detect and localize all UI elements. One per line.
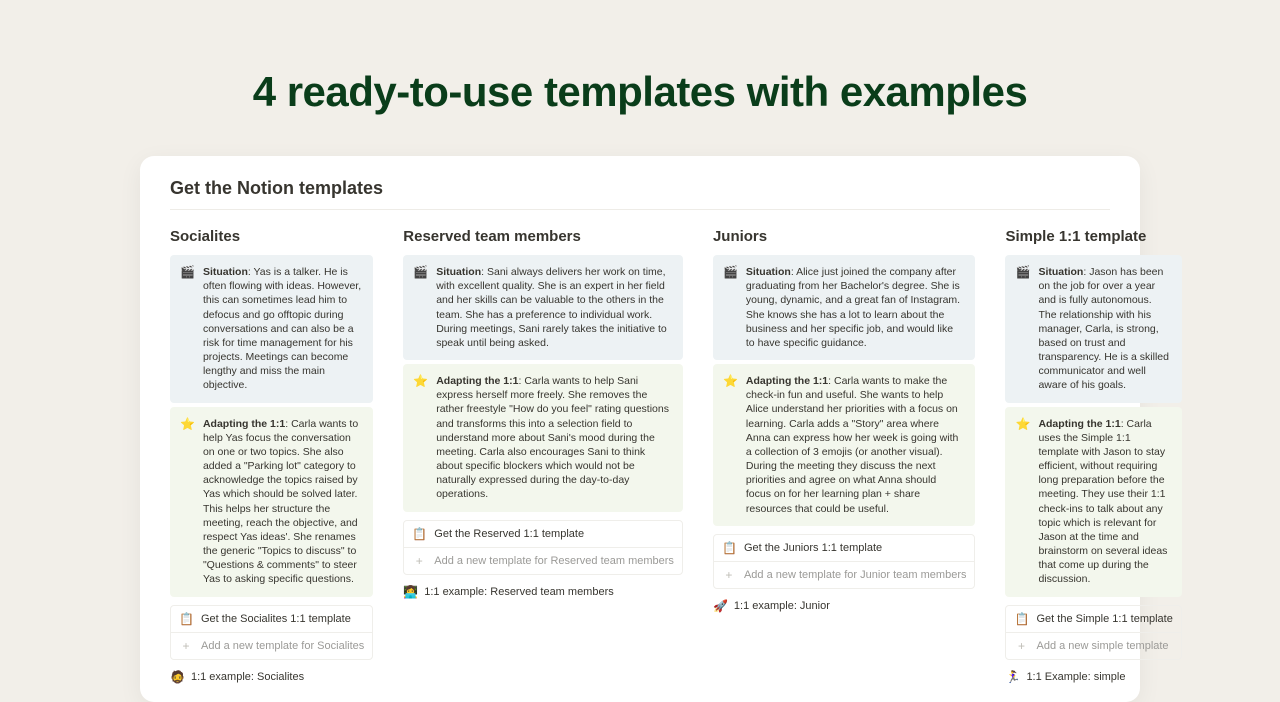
adapting-body: Carla uses the Simple 1:1 template with … (1038, 418, 1167, 586)
add-template-link[interactable]: + Add a new template for Socialites (171, 633, 372, 659)
example-icon: 🏃‍♀️ (1005, 670, 1020, 684)
get-template-label: Get the Socialites 1:1 template (201, 613, 351, 625)
page-title: 4 ready-to-use templates with examples (0, 0, 1280, 156)
add-template-label: Add a new template for Socialites (201, 640, 364, 652)
column-title: Juniors (713, 228, 976, 245)
situation-body: Sani always delivers her work on time, w… (436, 266, 667, 349)
example-label: 1:1 example: Reserved team members (424, 586, 614, 598)
template-links: 📋 Get the Simple 1:1 template + Add a new s… (1005, 605, 1181, 660)
situation-text: Situation: Yas is a talker. He is often … (203, 265, 361, 393)
adapting-body: Carla wants to help Sani express herself… (436, 375, 669, 500)
add-template-label: Add a new template for Junior team membe… (744, 569, 967, 581)
clapper-icon: 🎬 (723, 265, 738, 350)
get-template-link[interactable]: 📋 Get the Simple 1:1 template (1006, 606, 1180, 633)
adapting-label: Adapting the 1:1 (436, 375, 518, 387)
template-column: Juniors 🎬Situation: Alice just joined the… (713, 228, 976, 684)
example-icon: 👩‍💻 (403, 585, 418, 599)
page-icon: 📋 (722, 541, 736, 555)
adapting-block: ⭐Adapting the 1:1: Carla uses the Simple… (1005, 407, 1181, 597)
star-icon: ⭐ (180, 417, 195, 587)
situation-label: Situation (1038, 266, 1083, 278)
template-links: 📋 Get the Socialites 1:1 template + Add a n… (170, 605, 373, 660)
template-links: 📋 Get the Juniors 1:1 template + Add a new … (713, 534, 976, 589)
add-template-link[interactable]: + Add a new simple template (1006, 633, 1180, 659)
situation-text: Situation: Jason has been on the job for… (1038, 265, 1169, 393)
plus-icon: + (412, 554, 426, 568)
adapting-text: Adapting the 1:1: Carla wants to help Sa… (436, 374, 671, 502)
templates-card: Get the Notion templates Socialites🎬Situ… (140, 156, 1140, 702)
get-template-link[interactable]: 📋 Get the Juniors 1:1 template (714, 535, 975, 562)
situation-block: 🎬Situation: Jason has been on the job fo… (1005, 255, 1181, 403)
card-header: Get the Notion templates (170, 178, 1110, 210)
page-icon: 📋 (179, 612, 193, 626)
adapting-label: Adapting the 1:1 (1038, 418, 1120, 430)
star-icon: ⭐ (1015, 417, 1030, 587)
situation-block: 🎬Situation: Yas is a talker. He is often… (170, 255, 373, 403)
example-icon: 🚀 (713, 599, 728, 613)
page-icon: 📋 (1014, 612, 1028, 626)
page-icon: 📋 (412, 527, 426, 541)
situation-block: 🎬Situation: Alice just joined the compan… (713, 255, 976, 360)
situation-label: Situation (203, 266, 248, 278)
get-template-label: Get the Reserved 1:1 template (434, 528, 584, 540)
example-link[interactable]: 🏃‍♀️ 1:1 Example: simple (1005, 670, 1181, 684)
example-link[interactable]: 🚀 1:1 example: Junior (713, 599, 976, 613)
template-links: 📋 Get the Reserved 1:1 template + Add a new… (403, 520, 683, 575)
column-title: Socialites (170, 228, 373, 245)
plus-icon: + (1014, 639, 1028, 653)
adapting-body: Carla wants to make the check-in fun and… (746, 375, 958, 515)
template-column: Reserved team members 🎬Situation: Sani al… (403, 228, 683, 684)
adapting-label: Adapting the 1:1 (203, 418, 285, 430)
situation-label: Situation (436, 266, 481, 278)
situation-body: Yas is a talker. He is often flowing wit… (203, 266, 361, 391)
situation-label: Situation (746, 266, 791, 278)
example-link[interactable]: 🧔 1:1 example: Socialites (170, 670, 373, 684)
plus-icon: + (179, 639, 193, 653)
adapting-text: Adapting the 1:1: Carla uses the Simple … (1038, 417, 1169, 587)
get-template-label: Get the Simple 1:1 template (1036, 613, 1172, 625)
situation-body: Jason has been on the job for over a yea… (1038, 266, 1169, 391)
template-column: Socialites 🎬Situation: Yas is a talker. H… (170, 228, 373, 684)
example-link[interactable]: 👩‍💻 1:1 example: Reserved team members (403, 585, 683, 599)
example-icon: 🧔 (170, 670, 185, 684)
adapting-text: Adapting the 1:1: Carla wants to help Ya… (203, 417, 361, 587)
column-title: Reserved team members (403, 228, 683, 245)
clapper-icon: 🎬 (413, 265, 428, 350)
template-column: Simple 1:1 template 🎬Situation: Jason has… (1005, 228, 1181, 684)
get-template-label: Get the Juniors 1:1 template (744, 542, 882, 554)
example-label: 1:1 Example: simple (1026, 671, 1125, 683)
add-template-label: Add a new simple template (1036, 640, 1168, 652)
situation-block: 🎬Situation: Sani always delivers her wor… (403, 255, 683, 360)
adapting-block: ⭐Adapting the 1:1: Carla wants to make t… (713, 364, 976, 526)
adapting-label: Adapting the 1:1 (746, 375, 828, 387)
add-template-label: Add a new template for Reserved team mem… (434, 555, 674, 567)
adapting-block: ⭐Adapting the 1:1: Carla wants to help Y… (170, 407, 373, 597)
situation-text: Situation: Sani always delivers her work… (436, 265, 671, 350)
situation-text: Situation: Alice just joined the company… (746, 265, 964, 350)
example-label: 1:1 example: Socialites (191, 671, 304, 683)
clapper-icon: 🎬 (180, 265, 195, 393)
star-icon: ⭐ (413, 374, 428, 502)
situation-body: Alice just joined the company after grad… (746, 266, 960, 349)
plus-icon: + (722, 568, 736, 582)
add-template-link[interactable]: + Add a new template for Junior team memb… (714, 562, 975, 588)
adapting-text: Adapting the 1:1: Carla wants to make th… (746, 374, 964, 516)
example-label: 1:1 example: Junior (734, 600, 830, 612)
columns-grid: Socialites🎬Situation: Yas is a talker. H… (170, 228, 1110, 684)
get-template-link[interactable]: 📋 Get the Reserved 1:1 template (404, 521, 682, 548)
add-template-link[interactable]: + Add a new template for Reserved team me… (404, 548, 682, 574)
column-title: Simple 1:1 template (1005, 228, 1181, 245)
get-template-link[interactable]: 📋 Get the Socialites 1:1 template (171, 606, 372, 633)
adapting-block: ⭐Adapting the 1:1: Carla wants to help S… (403, 364, 683, 512)
star-icon: ⭐ (723, 374, 738, 516)
adapting-body: Carla wants to help Yas focus the conver… (203, 418, 358, 586)
clapper-icon: 🎬 (1015, 265, 1030, 393)
